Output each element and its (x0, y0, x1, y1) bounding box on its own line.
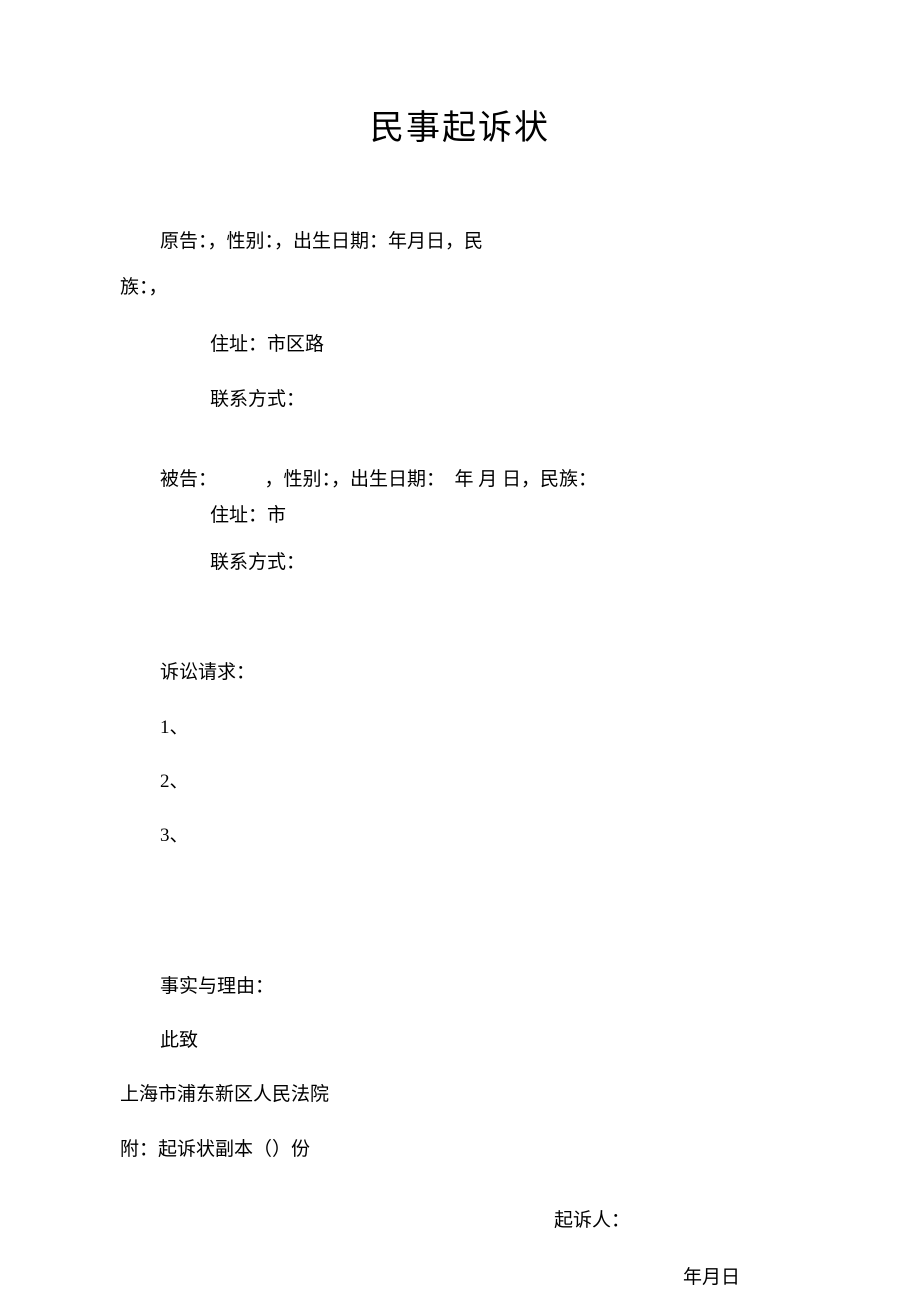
defendant-info: 被告： ，性别：，出生日期： 年 月 日，民族： (120, 465, 800, 495)
date-line: 年月日 (120, 1262, 800, 1289)
claim-item-2: 2、 (120, 767, 800, 797)
facts-heading: 事实与理由： (120, 972, 800, 1002)
claim-item-1: 1、 (120, 713, 800, 743)
defendant-contact: 联系方式： (120, 548, 800, 578)
claim-item-3: 3、 (120, 821, 800, 851)
claims-heading: 诉讼请求： (120, 658, 800, 688)
defendant-address: 住址：市 (120, 501, 800, 531)
court-name: 上海市浦东新区人民法院 (120, 1080, 800, 1110)
plaintiff-info-line1: 原告：，性别：，出生日期：年月日，民 (120, 219, 800, 265)
document-title: 民事起诉状 (120, 100, 800, 149)
signature-label: 起诉人： (120, 1205, 800, 1232)
plaintiff-info-line2: 族：， (120, 265, 800, 311)
closing-salutation: 此致 (120, 1026, 800, 1056)
plaintiff-address: 住址：市区路 (120, 330, 800, 360)
plaintiff-section: 原告：，性别：，出生日期：年月日，民 族：， (120, 219, 800, 310)
attachment-note: 附：起诉状副本（）份 (120, 1135, 800, 1165)
plaintiff-contact: 联系方式： (120, 385, 800, 415)
